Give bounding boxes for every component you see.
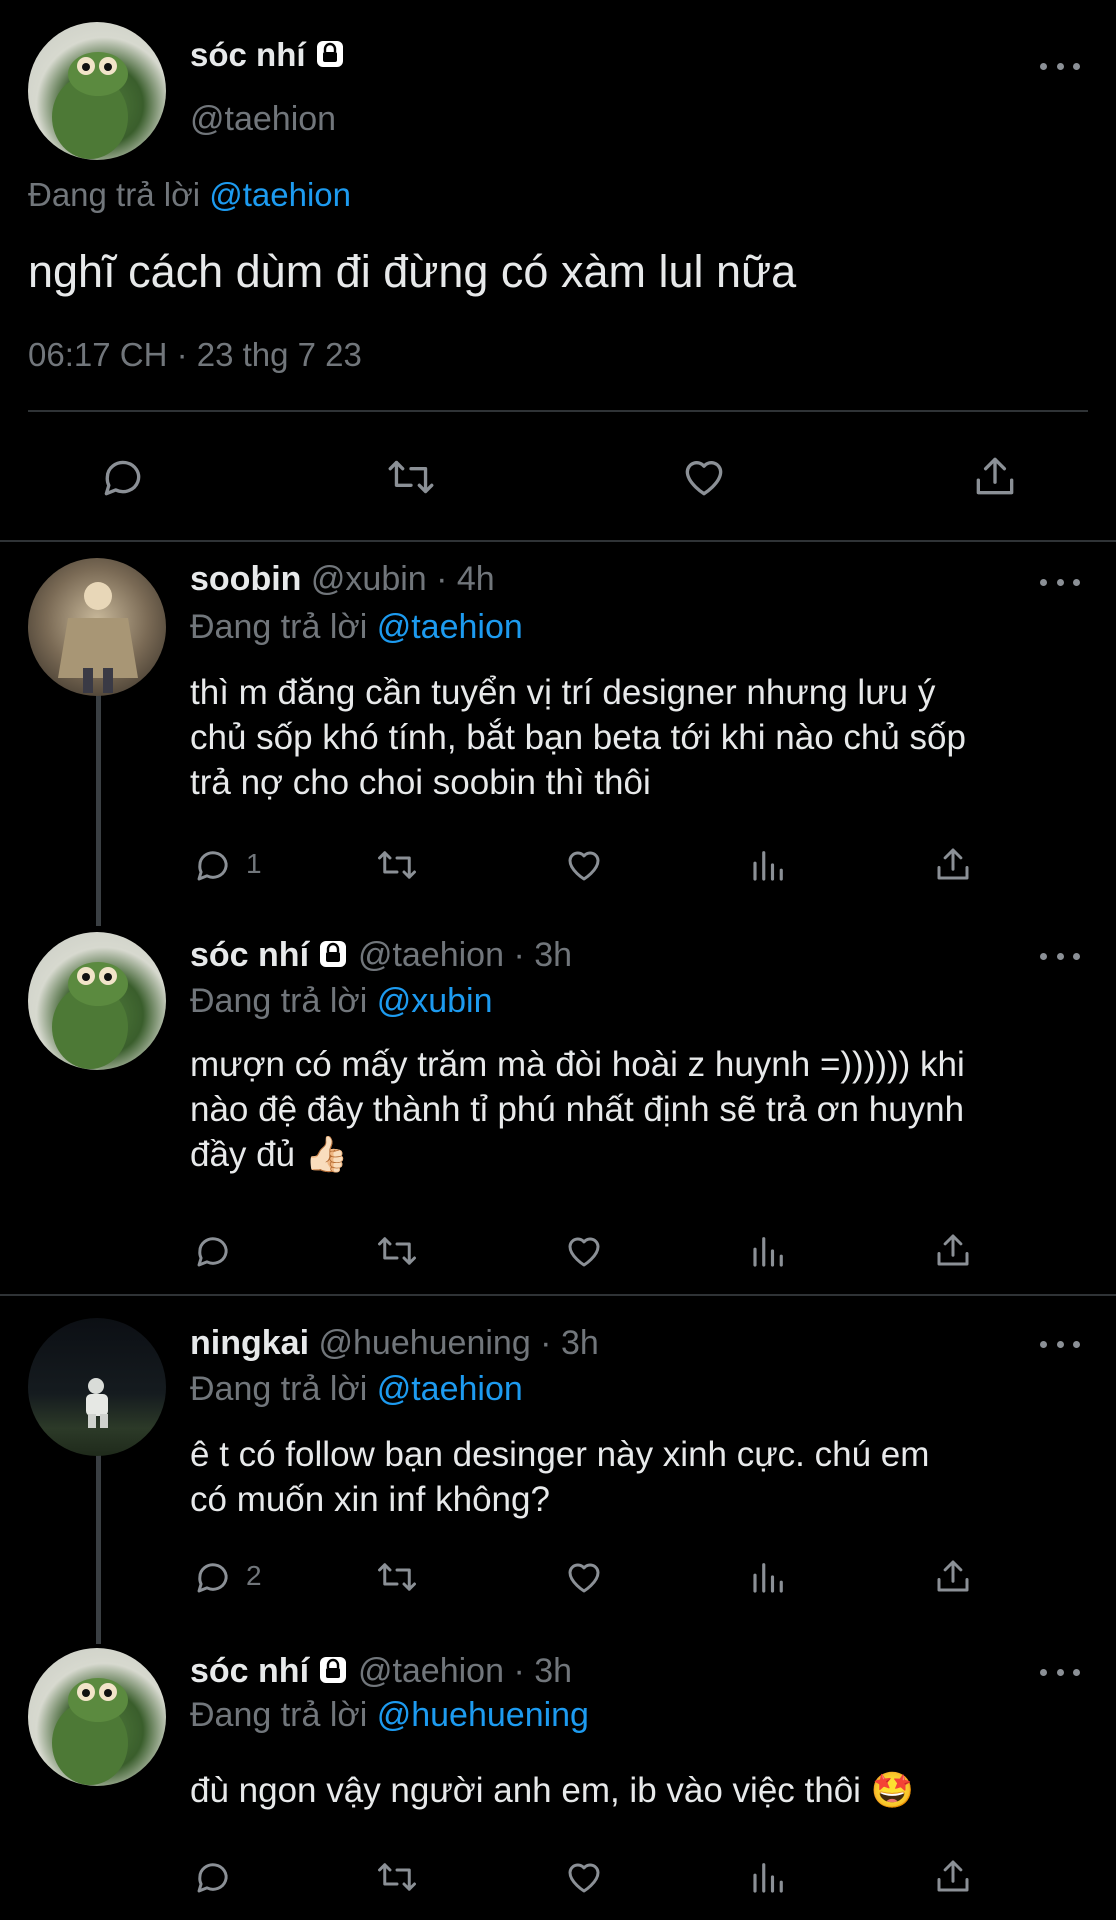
display-name[interactable]: sóc nhí [190, 36, 306, 73]
thread-line [96, 676, 101, 926]
divider [28, 410, 1088, 412]
replying-to-link[interactable]: @huehuening [377, 1696, 589, 1734]
replying-prefix: Đang trả lời [28, 176, 201, 213]
reply-header: ningkai @huehuening · 3h [190, 1324, 599, 1363]
retweet-icon[interactable] [374, 1856, 420, 1898]
tweet-text: thì m đăng cần tuyển vị trí designer như… [190, 670, 966, 805]
reply-icon[interactable] [98, 452, 148, 502]
retweet-icon[interactable] [384, 452, 438, 502]
avatar[interactable] [28, 558, 166, 696]
like-icon[interactable] [562, 1230, 606, 1272]
reply-header: sóc nhí @taehion · 3h [190, 1652, 572, 1693]
replying-to-link[interactable]: @taehion [377, 608, 523, 646]
tweet-text-line: chủ sốp khó tính, bắt bạn beta tới khi n… [190, 718, 966, 757]
tweet-text-line: trả nợ cho choi soobin thì thôi [190, 763, 651, 802]
share-icon[interactable] [970, 450, 1020, 502]
tweet-text-line: nào đệ đây thành tỉ phú nhất định sẽ trả… [190, 1090, 965, 1129]
more-icon[interactable] [1040, 1334, 1080, 1354]
avatar[interactable] [28, 22, 166, 160]
replying-prefix: Đang trả lời [190, 982, 368, 1020]
thread-line [96, 1454, 101, 1644]
replying-to-line: Đang trả lời @xubin [190, 982, 493, 1021]
more-icon[interactable] [1040, 56, 1080, 76]
divider [0, 1294, 1116, 1296]
lock-icon [318, 938, 348, 977]
tweet-text: đù ngon vậy người anh em, ib vào việc th… [190, 1768, 914, 1813]
tweet-text-line: thì m đăng cần tuyển vị trí designer như… [190, 673, 936, 712]
handle-time[interactable]: @taehion · 3h [358, 1652, 572, 1690]
avatar[interactable] [28, 1648, 166, 1786]
display-name-row[interactable]: sóc nhí [190, 36, 345, 76]
handle-time[interactable]: @huehuening · 3h [318, 1324, 598, 1362]
share-icon[interactable] [932, 1854, 974, 1898]
like-icon[interactable] [678, 452, 730, 502]
divider [0, 540, 1116, 542]
views-icon[interactable] [748, 1230, 790, 1272]
replying-to-line: Đang trả lời @taehion [28, 176, 351, 214]
more-icon[interactable] [1040, 572, 1080, 592]
views-icon[interactable] [748, 844, 790, 886]
lock-icon [315, 38, 345, 76]
more-icon[interactable] [1040, 1662, 1080, 1682]
replying-prefix: Đang trả lời [190, 608, 368, 646]
reply-header: sóc nhí @taehion · 3h [190, 936, 572, 977]
tweet-text-line: mượn có mấy trăm mà đòi hoài z huynh =))… [190, 1045, 965, 1084]
like-icon[interactable] [562, 844, 606, 886]
handle-time[interactable]: @taehion · 3h [358, 936, 572, 974]
like-icon[interactable] [562, 1556, 606, 1598]
tweet-text: ê t có follow bạn desinger này xinh cực.… [190, 1432, 929, 1522]
replying-to-line: Đang trả lời @taehion [190, 1370, 523, 1409]
retweet-icon[interactable] [374, 1230, 420, 1272]
reply-header: soobin @xubin · 4h [190, 560, 495, 599]
reply-icon[interactable] [192, 1556, 234, 1598]
tweet-text: nghĩ cách dùm đi đừng có xàm lul nữa [28, 246, 797, 297]
reply-count: 2 [246, 1560, 262, 1591]
replying-prefix: Đang trả lời [190, 1370, 368, 1408]
replying-to-line: Đang trả lời @huehuening [190, 1696, 589, 1735]
replying-to-link[interactable]: @taehion [377, 1370, 523, 1408]
tweet-text-line: có muốn xin inf không? [190, 1480, 550, 1519]
reply-icon[interactable] [192, 1230, 234, 1272]
tweet-text: mượn có mấy trăm mà đòi hoài z huynh =))… [190, 1042, 965, 1177]
share-icon[interactable] [932, 1228, 974, 1272]
handle[interactable]: @taehion [190, 100, 336, 139]
display-name[interactable]: sóc nhí [190, 1652, 309, 1690]
views-icon[interactable] [748, 1556, 790, 1598]
more-icon[interactable] [1040, 946, 1080, 966]
display-name[interactable]: ningkai [190, 1324, 309, 1362]
display-name[interactable]: soobin [190, 560, 301, 598]
share-icon[interactable] [932, 1554, 974, 1598]
reply-count: 1 [246, 848, 262, 879]
views-icon[interactable] [748, 1856, 790, 1898]
timestamp[interactable]: 06:17 CH · 23 thg 7 23 [28, 336, 362, 374]
share-icon[interactable] [932, 842, 974, 886]
avatar[interactable] [28, 1318, 166, 1456]
like-icon[interactable] [562, 1856, 606, 1898]
replying-to-link[interactable]: @xubin [377, 982, 493, 1020]
tweet-text-line: đầy đủ 👍🏻 [190, 1135, 349, 1174]
lock-icon [318, 1654, 348, 1693]
replying-to-line: Đang trả lời @taehion [190, 608, 523, 647]
retweet-icon[interactable] [374, 1556, 420, 1598]
reply-icon[interactable] [192, 1856, 234, 1898]
tweet-text-line: ê t có follow bạn desinger này xinh cực.… [190, 1435, 930, 1474]
handle-time[interactable]: @xubin · 4h [311, 560, 495, 598]
avatar[interactable] [28, 932, 166, 1070]
retweet-icon[interactable] [374, 844, 420, 886]
replying-prefix: Đang trả lời [190, 1696, 368, 1734]
reply-icon[interactable] [192, 844, 234, 886]
display-name[interactable]: sóc nhí [190, 936, 309, 974]
tweet-text-line: đù ngon vậy người anh em, ib vào việc th… [190, 1771, 915, 1810]
replying-to-link[interactable]: @taehion [209, 176, 351, 213]
